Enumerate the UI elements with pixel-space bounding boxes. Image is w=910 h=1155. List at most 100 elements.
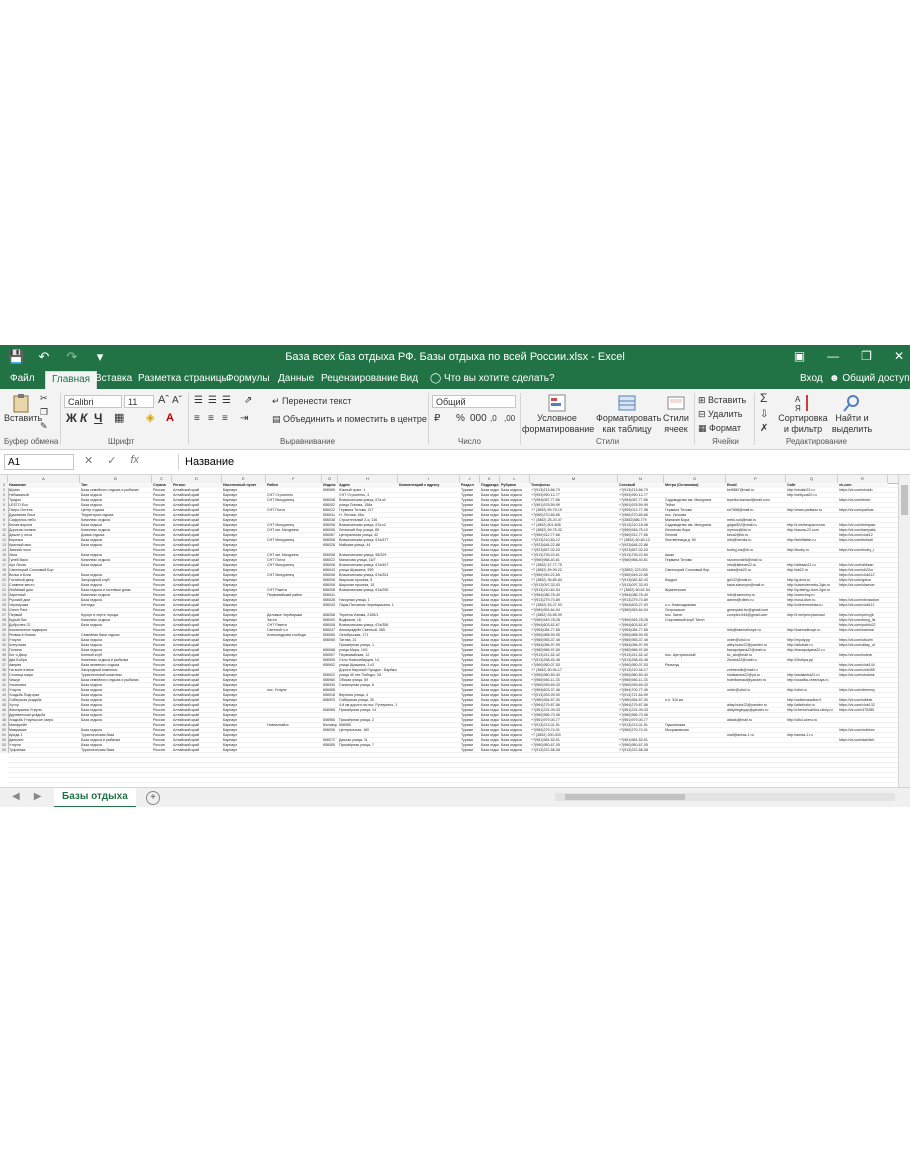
table-cell[interactable] <box>339 748 397 753</box>
cancel-icon[interactable]: ✕ <box>84 454 93 467</box>
row-number[interactable]: 54 <box>0 748 8 753</box>
italic-button[interactable]: К <box>80 412 87 424</box>
horizontal-scrollbar[interactable] <box>555 793 895 801</box>
format-painter-icon[interactable]: ✎ <box>40 421 48 432</box>
ribbon-display-options-icon[interactable]: ▣ <box>794 348 805 364</box>
format-as-table-button[interactable]: Форматировать как таблицу <box>596 393 661 435</box>
align-top-icon[interactable]: ☰ <box>194 395 203 406</box>
increase-decimal-icon[interactable]: ,0 <box>490 413 497 424</box>
maximize-icon[interactable]: ❐ <box>861 348 872 364</box>
tab-formulas[interactable]: Формулы <box>226 372 270 386</box>
align-middle-icon[interactable]: ☰ <box>208 395 217 406</box>
column-header[interactable]: F <box>266 475 322 483</box>
tab-insert[interactable]: Вставка <box>95 372 132 386</box>
fill-icon[interactable]: ⇩ <box>760 409 768 420</box>
copy-icon[interactable]: ❐ <box>40 407 48 418</box>
table-cell[interactable]: Россия <box>153 748 171 753</box>
number-format-select[interactable]: Общий <box>432 395 516 408</box>
tab-review[interactable]: Рецензирование <box>321 372 398 386</box>
font-size-select[interactable]: 11 <box>124 395 154 408</box>
column-header[interactable]: B <box>80 475 152 483</box>
grow-font-icon[interactable]: Aˆ <box>158 395 169 406</box>
comma-style-icon[interactable]: 000 <box>470 413 487 424</box>
conditional-formatting-button[interactable]: Условное форматирование <box>522 393 594 435</box>
currency-icon[interactable]: ₽ <box>434 413 440 424</box>
indent-icon[interactable]: ⇥ <box>240 413 248 424</box>
table-cell[interactable]: Туризм <box>461 748 479 753</box>
formula-input[interactable]: Название <box>178 454 898 470</box>
prev-sheet-icon[interactable]: ◀ <box>12 791 20 802</box>
decrease-decimal-icon[interactable]: ,00 <box>504 413 515 424</box>
table-cell[interactable]: Алтайский край <box>173 748 221 753</box>
table-cell[interactable] <box>399 748 459 753</box>
column-header[interactable]: J <box>460 475 480 483</box>
clear-icon[interactable]: ✗ <box>760 423 768 434</box>
cut-icon[interactable]: ✂ <box>40 393 48 404</box>
close-icon[interactable]: ✕ <box>894 348 904 364</box>
column-header[interactable]: L <box>500 475 530 483</box>
name-box[interactable]: A1 <box>4 454 74 470</box>
table-cell[interactable]: +7(913)222-58-08 <box>619 748 663 753</box>
table-cell[interactable] <box>665 748 725 753</box>
column-header[interactable]: K <box>480 475 500 483</box>
column-header[interactable]: I <box>398 475 460 483</box>
select-all-corner[interactable] <box>0 475 8 483</box>
bold-button[interactable]: Ж <box>66 412 77 424</box>
table-cell[interactable]: Туфлинка <box>9 748 79 753</box>
table-cell[interactable]: База отдыха <box>481 748 499 753</box>
table-cell[interactable] <box>323 748 337 753</box>
fill-color-icon[interactable]: ◈ <box>146 413 154 424</box>
sign-in-link[interactable]: Вход <box>800 372 823 386</box>
column-header[interactable]: N <box>618 475 664 483</box>
paste-button[interactable]: Вставить <box>4 393 42 424</box>
column-header[interactable]: A <box>8 475 80 483</box>
tab-home[interactable]: Главная <box>45 371 98 390</box>
find-select-button[interactable]: Найти и выделить <box>830 393 874 435</box>
font-color-icon[interactable]: A <box>166 413 174 424</box>
next-sheet-icon[interactable]: ▶ <box>34 791 42 802</box>
table-cell[interactable]: Туристическая база <box>81 748 151 753</box>
shrink-font-icon[interactable]: Aˇ <box>172 395 182 406</box>
align-center-icon[interactable]: ≡ <box>208 413 214 424</box>
tab-page-layout[interactable]: Разметка страницы <box>138 372 229 386</box>
column-header[interactable]: Q <box>786 475 838 483</box>
minimize-icon[interactable]: — <box>827 348 839 364</box>
column-header[interactable]: G <box>322 475 338 483</box>
column-header[interactable]: O <box>664 475 726 483</box>
font-name-select[interactable]: Calibri <box>64 395 122 408</box>
share-button[interactable]: ☻ Общий доступ <box>829 372 910 386</box>
column-header[interactable]: H <box>338 475 398 483</box>
tab-view[interactable]: Вид <box>400 372 418 386</box>
table-cell[interactable]: База отдыха <box>501 748 529 753</box>
orientation-icon[interactable]: ⇗ <box>244 395 252 406</box>
align-left-icon[interactable]: ≡ <box>194 413 200 424</box>
cell-styles-button[interactable]: Стили ячеек <box>660 393 692 435</box>
format-cells-button[interactable]: ▦ Формат <box>698 423 741 434</box>
insert-cells-button[interactable]: ⊞ Вставить <box>698 395 746 406</box>
table-cell[interactable]: +7(913)222-58-08 <box>531 748 617 753</box>
sheet-tab-active[interactable]: Базы отдыха <box>54 788 136 807</box>
tell-me-search[interactable]: ◯ Что вы хотите сделать? <box>430 372 555 386</box>
column-header[interactable]: D <box>172 475 222 483</box>
scroll-thumb[interactable] <box>565 794 685 800</box>
wrap-text-button[interactable]: ↵ Перенести текст <box>272 396 351 407</box>
column-header[interactable]: M <box>530 475 618 483</box>
merge-center-button[interactable]: ▤ Объединить и поместить в центре <box>272 414 427 425</box>
table-cell[interactable]: Барнаул <box>223 748 265 753</box>
align-right-icon[interactable]: ≡ <box>222 413 228 424</box>
autosum-icon[interactable]: Σ <box>760 392 767 404</box>
column-header[interactable]: P <box>726 475 786 483</box>
enter-icon[interactable]: ✓ <box>107 454 116 467</box>
tab-file[interactable]: Файл <box>10 372 35 386</box>
borders-icon[interactable]: ▦ <box>114 413 124 424</box>
tab-data[interactable]: Данные <box>278 372 314 386</box>
delete-cells-button[interactable]: ⊟ Удалить <box>698 409 742 420</box>
table-cell[interactable] <box>267 748 321 753</box>
table-cell[interactable] <box>787 748 837 753</box>
percent-icon[interactable]: % <box>456 413 465 424</box>
vertical-scrollbar[interactable] <box>898 475 910 787</box>
sort-filter-button[interactable]: AЯ Сортировка и фильтр <box>778 393 828 435</box>
table-cell[interactable] <box>727 748 785 753</box>
column-header[interactable]: E <box>222 475 266 483</box>
add-sheet-icon[interactable]: + <box>146 791 160 805</box>
